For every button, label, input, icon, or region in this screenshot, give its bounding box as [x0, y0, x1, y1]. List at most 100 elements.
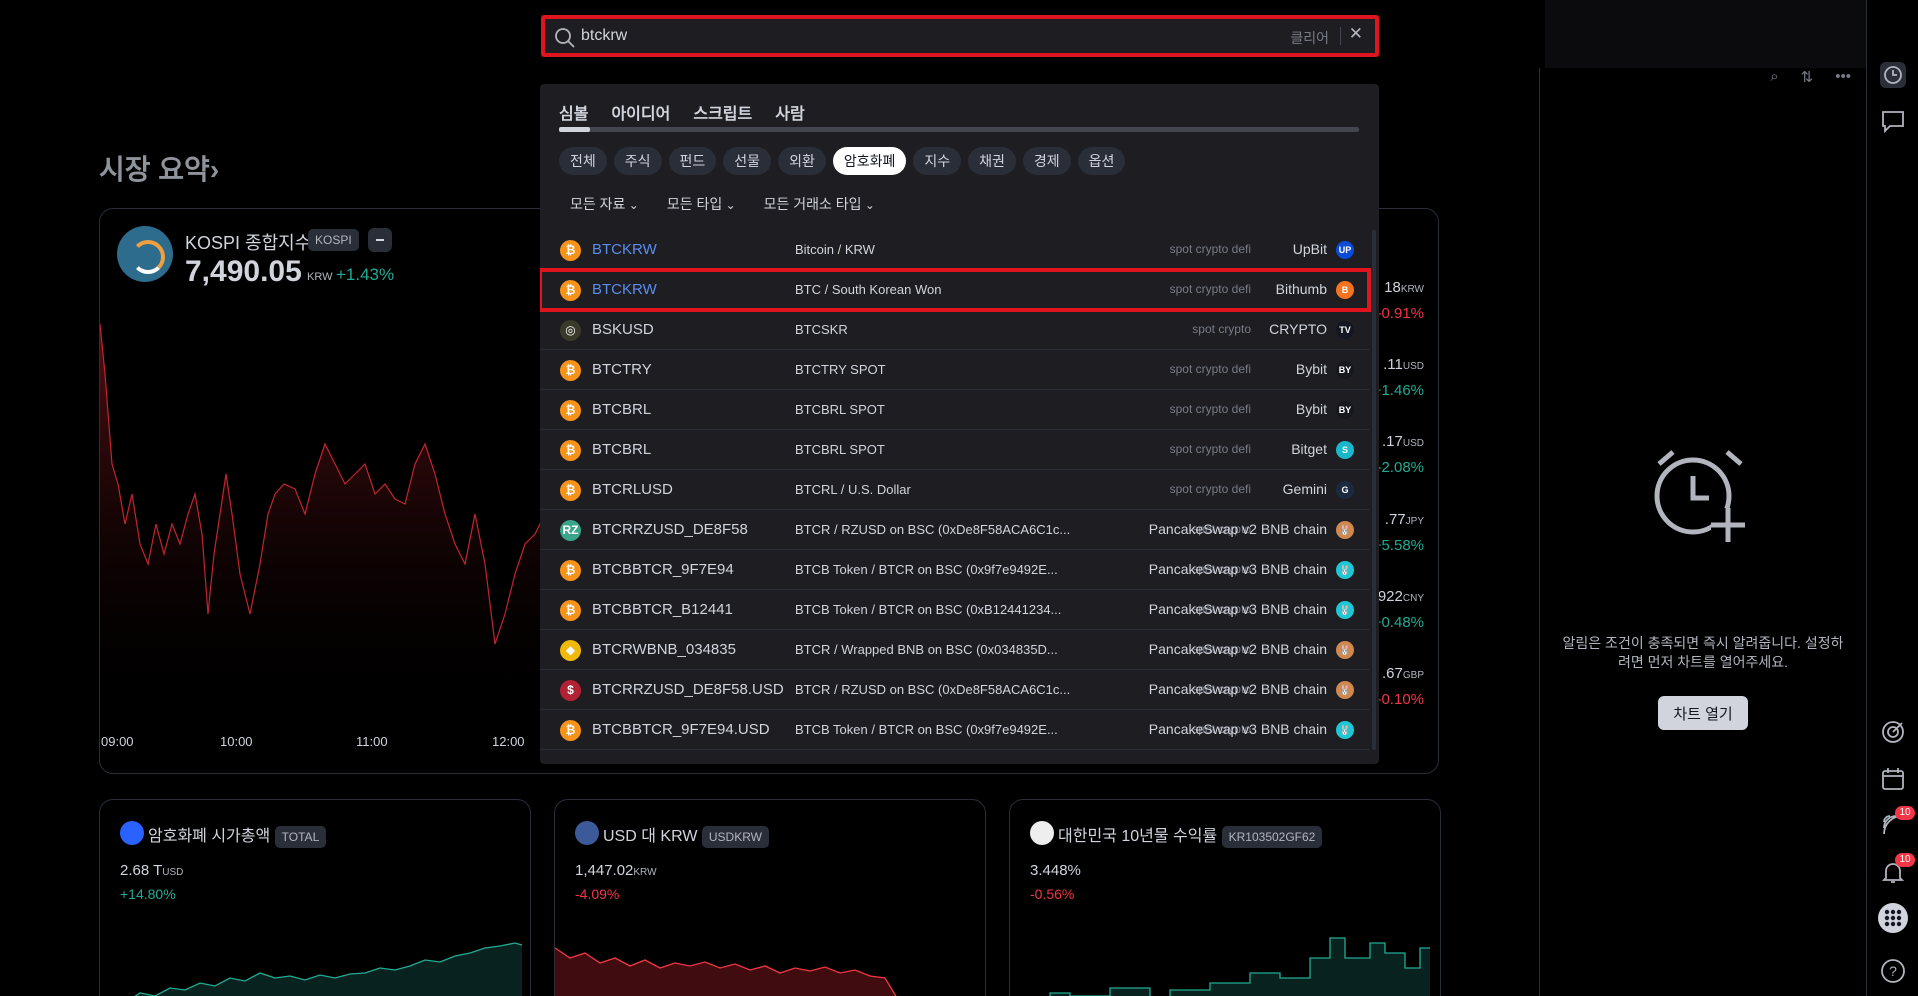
- help-icon[interactable]: ?: [1880, 958, 1906, 984]
- chat-icon[interactable]: [1880, 108, 1906, 134]
- sort-icon[interactable]: ⇅: [1801, 68, 1814, 86]
- filter-funds[interactable]: 펀드: [668, 147, 717, 175]
- market-summary-title[interactable]: 시장 요약›: [99, 148, 219, 188]
- side-quote-value: 18KRW: [1384, 279, 1424, 296]
- exchange-logo-icon: 🐰: [1336, 721, 1354, 739]
- result-row[interactable]: ₿ BTCBBTCR_9F7E94.USD BTCB Token / BTCR on…: [540, 710, 1369, 750]
- side-quote-change: +0.48%: [1372, 614, 1424, 631]
- side-quote-value: .67GBP: [1382, 665, 1424, 682]
- filter-crypto[interactable]: 암호화폐: [832, 147, 907, 175]
- result-row[interactable]: ₿ BTCBRL BTCBRL SPOT spot crypto defi Bitget…: [540, 430, 1369, 470]
- card-value: 2.68 TUSD: [120, 862, 184, 879]
- type-dropdown[interactable]: 모든 타입: [667, 194, 736, 214]
- source-dropdown[interactable]: 모든 자료: [570, 194, 639, 214]
- search-icon[interactable]: ⌕: [1770, 68, 1778, 86]
- card-chart: [134, 942, 523, 996]
- result-row[interactable]: ₿ BTCKRW Bitcoin / KRW spot crypto defi UpBi…: [540, 230, 1369, 270]
- result-row[interactable]: ₿ BTCBBTCR_9F7E94 BTCB Token / BTCR on BSC…: [540, 550, 1369, 590]
- collapse-button[interactable]: [368, 228, 392, 252]
- symbol-search-bar[interactable]: 클리어 ✕: [541, 15, 1379, 57]
- target-icon[interactable]: [1880, 719, 1906, 745]
- coin-icon: ₿: [560, 560, 581, 581]
- side-quote-value: 922CNY: [1377, 588, 1424, 605]
- card-title: 대한민국 10년물 수익률 KR103502GF62: [1058, 822, 1323, 848]
- kospi-tag: KOSPI: [308, 229, 359, 251]
- apps-icon[interactable]: [1878, 903, 1908, 933]
- result-symbol: BTCTRY: [592, 361, 652, 378]
- kospi-logo: [117, 226, 173, 282]
- result-description: BTCR / Wrapped BNB on BSC (0x034835D...: [795, 642, 1058, 657]
- crypto-cap-card[interactable]: 암호화폐 시가총액 TOTAL 2.68 TUSD +14.80%: [99, 799, 531, 996]
- result-symbol: BTCBRL: [592, 441, 652, 458]
- bell-badge: 10: [1895, 853, 1915, 867]
- filter-all[interactable]: 전체: [559, 147, 607, 175]
- side-quote-value: .11USD: [1383, 356, 1424, 373]
- filter-forex[interactable]: 외환: [778, 147, 826, 175]
- result-symbol: BTCRWBNB_034835: [592, 641, 736, 658]
- filter-options[interactable]: 옵션: [1077, 147, 1126, 175]
- coin-icon: ₿: [560, 240, 581, 261]
- result-row[interactable]: ◎ BSKUSD BTCSKR spot crypto CRYPTO TV: [540, 310, 1369, 350]
- kr-bond-card[interactable]: 대한민국 10년물 수익률 KR103502GF62 3.448% -0.56%: [1009, 799, 1441, 996]
- result-row[interactable]: ◆ BTCRWBNB_034835 BTCR / Wrapped BNB on BS…: [540, 630, 1369, 670]
- search-input[interactable]: [581, 24, 1231, 48]
- usdkrw-card[interactable]: USD 대 KRW USDKRW 1,447.02KRW -4.09%: [554, 799, 986, 996]
- open-chart-button[interactable]: 차트 열기: [1658, 696, 1748, 730]
- coin-icon: ◆: [560, 640, 581, 661]
- exchange-type-dropdown[interactable]: 모든 거래소 타입: [764, 194, 875, 214]
- card-change: -0.56%: [1030, 886, 1075, 902]
- result-exchange: PancakeSwap v3 BNB chain: [1148, 721, 1327, 737]
- result-description: BTCR / RZUSD on BSC (0xDe8F58ACA6C1c...: [795, 522, 1071, 537]
- clock-icon[interactable]: [1880, 62, 1906, 88]
- filter-futures[interactable]: 선물: [723, 147, 772, 175]
- more-icon[interactable]: •••: [1835, 68, 1851, 86]
- clear-button[interactable]: 클리어: [1290, 28, 1329, 48]
- result-row[interactable]: ₿ BTCKRW BTC / South Korean Won spot crypto…: [540, 268, 1371, 312]
- result-row[interactable]: ₿ BTCBBTCR_B12441 BTCB Token / BTCR on BSC…: [540, 590, 1369, 630]
- calendar-icon[interactable]: [1880, 766, 1906, 792]
- filter-economy[interactable]: 경제: [1022, 147, 1071, 175]
- filter-indices[interactable]: 지수: [913, 147, 962, 175]
- time-label: 09:00: [101, 734, 134, 749]
- result-description: BTCB Token / BTCR on BSC (0x9f7e9492E...: [795, 722, 1058, 737]
- result-row[interactable]: $ BTCRRZUSD_DE8F58.USD BTCR / RZUSD on BSC…: [540, 670, 1369, 710]
- kospi-value: 7,490.05: [185, 255, 302, 288]
- result-symbol: BTCBRL: [592, 401, 652, 418]
- result-exchange: PancakeSwap v2 BNB chain: [1148, 521, 1327, 537]
- result-symbol: BTCBBTCR_9F7E94.USD: [592, 721, 770, 738]
- card-value: 3.448%: [1030, 862, 1081, 879]
- result-exchange: UpBit: [1292, 241, 1327, 257]
- time-label: 10:00: [220, 734, 253, 749]
- side-quote-change: -2.08%: [1376, 459, 1424, 476]
- coin-icon: ₿: [560, 600, 581, 621]
- result-symbol: BTCBBTCR_B12441: [592, 601, 733, 618]
- side-quote-change: +1.46%: [1372, 382, 1424, 399]
- result-exchange: Bithumb: [1275, 281, 1327, 297]
- exchange-logo-icon: 🐰: [1336, 561, 1354, 579]
- filter-bonds[interactable]: 채권: [968, 147, 1016, 175]
- result-description: BTCTRY SPOT: [795, 362, 886, 377]
- filter-stocks[interactable]: 주식: [613, 147, 662, 175]
- asset-filters: 전체 주식 펀드 선물 외환 암호화폐 지수 채권 경제 옵션: [559, 147, 1126, 175]
- svg-text:?: ?: [1889, 963, 1897, 979]
- result-row[interactable]: ₿ BTCRLUSD BTCRL / U.S. Dollar spot crypto …: [540, 470, 1369, 510]
- result-symbol: BTCKRW: [592, 241, 657, 258]
- side-quote-change: +5.58%: [1372, 537, 1424, 554]
- kospi-chart: [100, 323, 560, 724]
- result-row[interactable]: ₿ BTCTRY BTCTRY SPOT spot crypto defi Bybit B…: [540, 350, 1369, 390]
- result-symbol: BTCRRZUSD_DE8F58: [592, 521, 748, 538]
- close-icon[interactable]: ✕: [1349, 24, 1363, 44]
- card-chart: [1049, 937, 1430, 996]
- time-label: 11:00: [356, 734, 388, 749]
- tab-underline-active: [559, 127, 590, 132]
- result-exchange: PancakeSwap v2 BNB chain: [1148, 681, 1327, 697]
- result-description: BTCB Token / BTCR on BSC (0x9f7e9492E...: [795, 562, 1058, 577]
- result-symbol: BTCBBTCR_9F7E94: [592, 561, 734, 578]
- alerts-toolbar: ⌕ ⇅ •••: [1770, 68, 1851, 86]
- scrollbar[interactable]: [1372, 230, 1376, 750]
- result-row[interactable]: RZ BTCRRZUSD_DE8F58 BTCR / RZUSD on BSC (0…: [540, 510, 1369, 550]
- result-row[interactable]: ₿ BTCBRL BTCBRL SPOT spot crypto defi Bybit B…: [540, 390, 1369, 430]
- result-tags: spot crypto defi: [1169, 362, 1251, 376]
- card-title: USD 대 KRW USDKRW: [603, 822, 770, 848]
- exchange-logo-icon: S: [1336, 441, 1354, 459]
